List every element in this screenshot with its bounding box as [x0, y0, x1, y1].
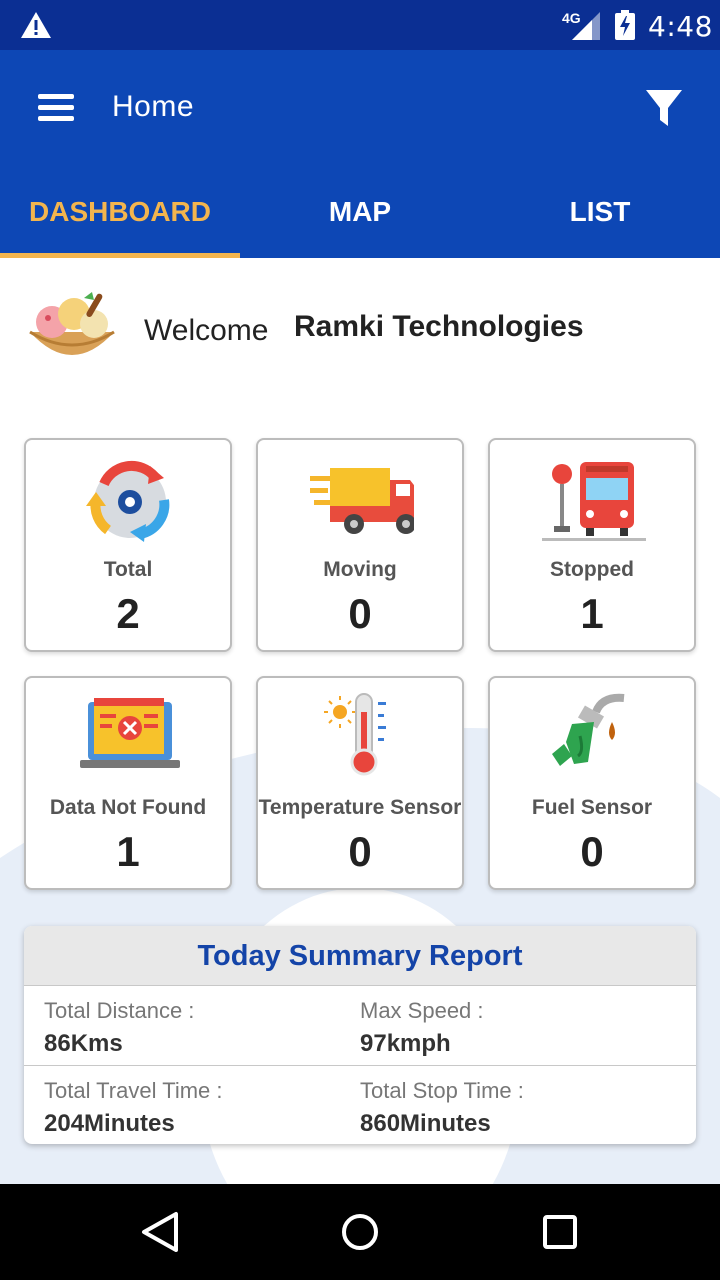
- app-bar: Home DASHBOARD MAP LIST: [0, 50, 720, 258]
- card-temperature-sensor-value: 0: [348, 828, 372, 875]
- card-moving[interactable]: Moving 0: [256, 438, 464, 652]
- card-data-not-found[interactable]: Data Not Found 1: [24, 676, 232, 890]
- today-summary-report: Today Summary Report Total Distance : 86…: [24, 926, 696, 1144]
- card-stopped-value: 1: [580, 590, 604, 637]
- card-stopped-label: Stopped: [550, 558, 634, 581]
- filter-icon[interactable]: [636, 80, 692, 136]
- bus-stop-icon: [542, 462, 646, 541]
- ice-cream-avatar-icon: [29, 292, 115, 355]
- summary-total-distance: Total Distance : 86Kms: [44, 998, 194, 1058]
- card-total-label: Total: [103, 558, 153, 581]
- summary-value: 860Minutes: [360, 1110, 491, 1137]
- dashboard-content: Welcome Ramki Technologies Total 2 Movin…: [0, 258, 720, 1184]
- system-navigation-bar: [0, 1184, 720, 1280]
- summary-max-speed: Max Speed : 97kmph: [360, 998, 484, 1058]
- card-fuel-sensor-value: 0: [580, 828, 604, 875]
- summary-total-travel-time: Total Travel Time : 204Minutes: [44, 1078, 223, 1138]
- thermometer-icon: [324, 693, 386, 776]
- card-total[interactable]: Total 2: [24, 438, 232, 652]
- tab-bar: DASHBOARD MAP LIST: [0, 180, 720, 258]
- summary-value: 86Kms: [44, 1030, 123, 1057]
- battery-charging-icon: [615, 10, 635, 40]
- summary-label: Total Stop Time :: [360, 1078, 524, 1103]
- card-moving-label: Moving: [323, 558, 397, 581]
- summary-row: Total Distance : 86Kms Max Speed : 97kmp…: [24, 986, 696, 1066]
- card-temperature-sensor-label: Temperature Sensor: [258, 796, 462, 819]
- welcome-section: Welcome Ramki Technologies: [24, 288, 704, 372]
- card-stopped[interactable]: Stopped 1: [488, 438, 696, 652]
- card-total-value: 2: [116, 590, 140, 637]
- fuel-nozzle-icon: [552, 693, 625, 766]
- clock: 4:48: [648, 10, 713, 43]
- summary-value: 204Minutes: [44, 1110, 175, 1137]
- page-title: Home: [112, 90, 195, 123]
- warning-icon: [21, 12, 51, 38]
- tab-map[interactable]: MAP: [240, 180, 480, 258]
- card-data-not-found-value: 1: [116, 828, 140, 875]
- card-fuel-sensor-label: Fuel Sensor: [531, 796, 653, 819]
- recents-icon[interactable]: [532, 1204, 588, 1260]
- summary-label: Total Distance :: [44, 998, 195, 1023]
- summary-title: Today Summary Report: [24, 926, 696, 986]
- summary-row: Total Travel Time : 204Minutes Total Sto…: [24, 1066, 696, 1144]
- laptop-error-icon: [80, 698, 180, 768]
- tab-dashboard[interactable]: DASHBOARD: [0, 180, 240, 258]
- card-moving-value: 0: [348, 590, 372, 637]
- network-type: 4G: [562, 10, 581, 26]
- tab-list[interactable]: LIST: [480, 180, 720, 258]
- total-vehicles-icon: [86, 460, 170, 542]
- back-icon[interactable]: [132, 1204, 188, 1260]
- menu-icon[interactable]: [28, 86, 86, 130]
- summary-label: Total Travel Time :: [44, 1078, 223, 1103]
- status-bar: 4G 4:48: [0, 0, 720, 50]
- summary-label: Max Speed :: [360, 998, 484, 1023]
- company-name: Ramki Technologies: [294, 310, 584, 343]
- truck-icon: [310, 468, 414, 534]
- welcome-greeting: Welcome: [144, 314, 269, 347]
- summary-value: 97kmph: [360, 1030, 451, 1057]
- home-icon[interactable]: [332, 1204, 388, 1260]
- summary-total-stop-time: Total Stop Time : 860Minutes: [360, 1078, 524, 1138]
- card-data-not-found-label: Data Not Found: [49, 796, 207, 819]
- card-temperature-sensor[interactable]: Temperature Sensor 0: [256, 676, 464, 890]
- card-fuel-sensor[interactable]: Fuel Sensor 0: [488, 676, 696, 890]
